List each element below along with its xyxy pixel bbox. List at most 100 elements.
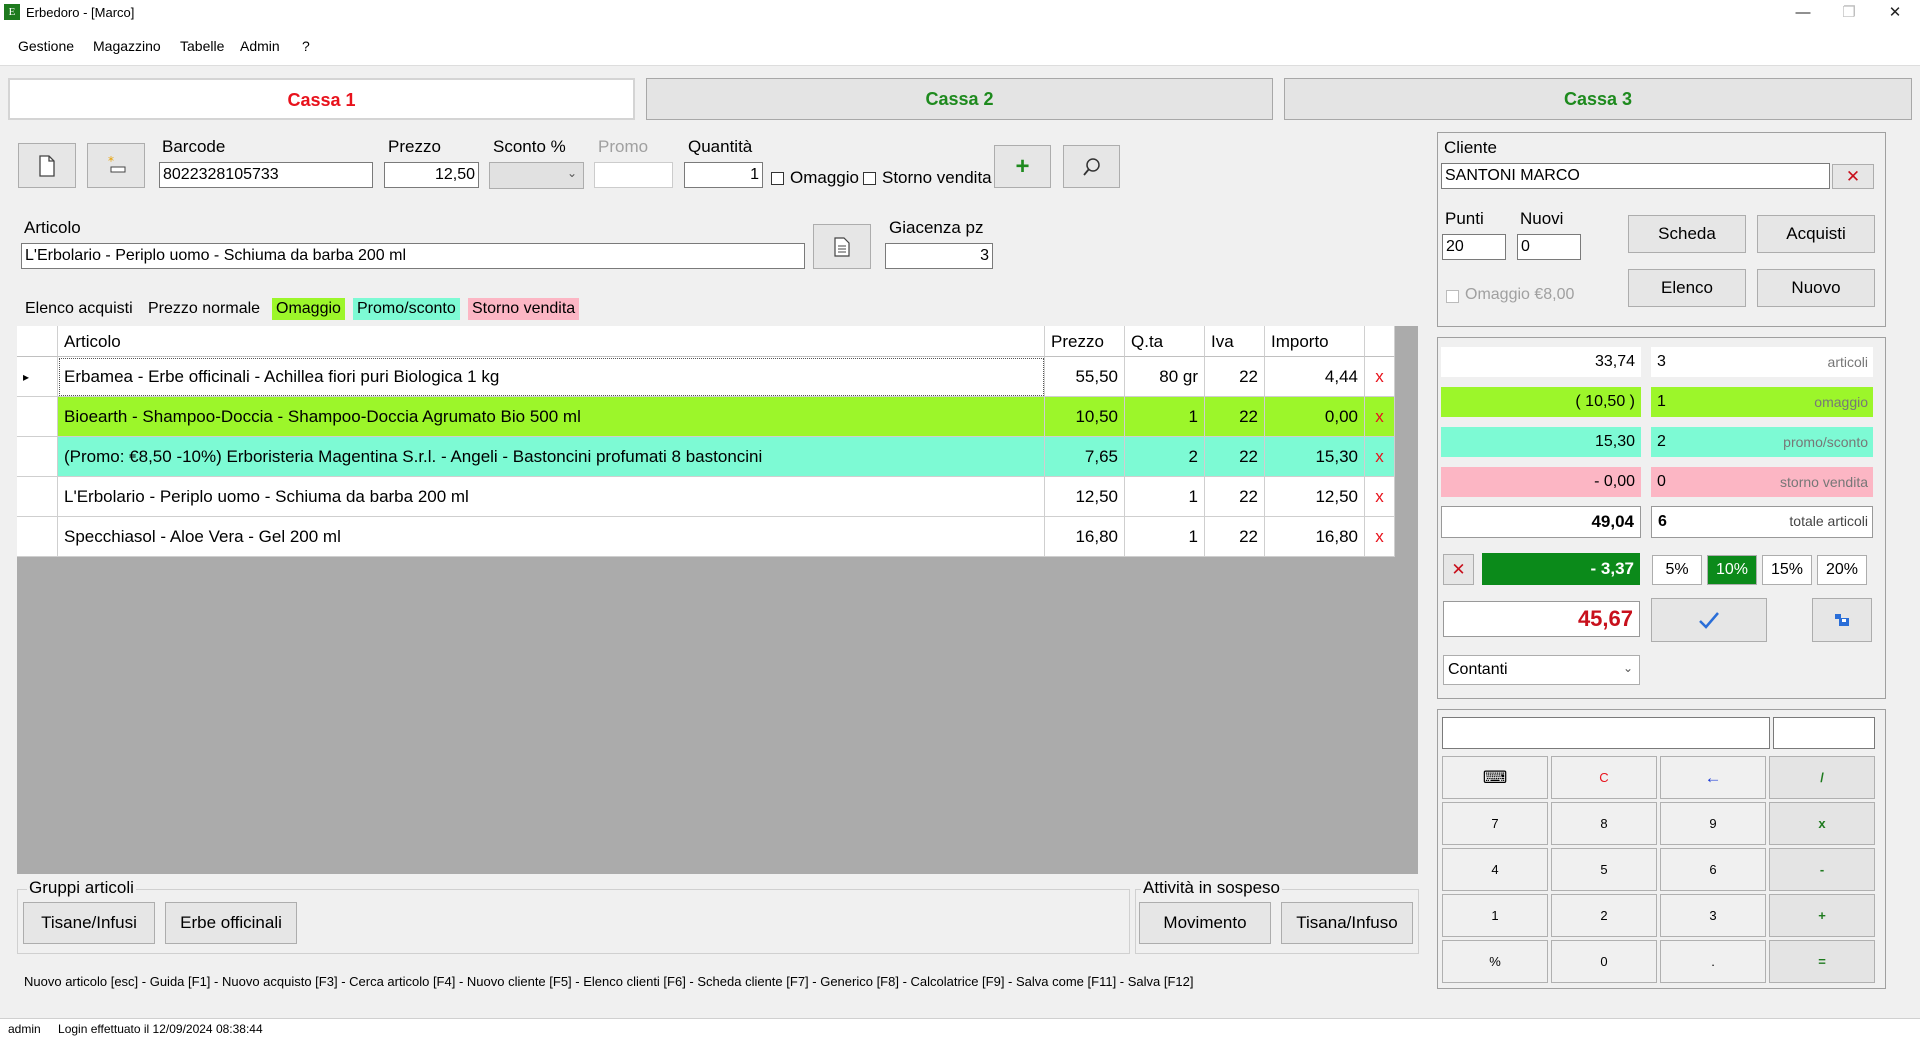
delete-row-button[interactable]: x <box>1365 397 1395 437</box>
menu-magazzino[interactable]: Magazzino <box>93 38 161 54</box>
grid-header-qta[interactable]: Q.ta <box>1125 326 1205 357</box>
new-document-button[interactable] <box>18 143 76 188</box>
percent-button-20[interactable]: 20% <box>1817 555 1867 585</box>
delete-row-button[interactable]: x <box>1365 517 1395 557</box>
cell-iva[interactable]: 22 <box>1205 477 1265 517</box>
calc-key-backspace[interactable]: ← <box>1660 756 1766 799</box>
row-indicator[interactable]: ▸ <box>17 357 58 397</box>
cell-qta[interactable]: 1 <box>1125 477 1205 517</box>
calc-key-key-7[interactable]: 7 <box>1442 802 1548 845</box>
articolo-input[interactable]: L'Erbolario - Periplo uomo - Schiuma da … <box>21 243 805 269</box>
percent-button-5[interactable]: 5% <box>1652 555 1702 585</box>
cell-prezzo[interactable]: 55,50 <box>1045 357 1125 397</box>
save-button[interactable] <box>1812 598 1872 642</box>
gruppo-erbe-button[interactable]: Erbe officinali <box>165 902 297 944</box>
calc-key-key-5[interactable]: 5 <box>1551 848 1657 891</box>
grid-header-importo[interactable]: Importo <box>1265 326 1365 357</box>
tisana-infuso-button[interactable]: Tisana/Infuso <box>1281 902 1413 944</box>
cell-iva[interactable]: 22 <box>1205 397 1265 437</box>
calc-key-equals[interactable]: = <box>1769 940 1875 983</box>
sconto-select[interactable]: ⌄ <box>489 162 584 189</box>
cell-qta[interactable]: 1 <box>1125 397 1205 437</box>
menu-gestione[interactable]: Gestione <box>18 38 74 54</box>
row-indicator[interactable] <box>17 477 58 517</box>
calc-key-key-2[interactable]: 2 <box>1551 894 1657 937</box>
cell-importo[interactable]: 4,44 <box>1265 357 1365 397</box>
menu-admin[interactable]: Admin <box>240 38 280 54</box>
cell-importo[interactable]: 15,30 <box>1265 437 1365 477</box>
cell-prezzo[interactable]: 12,50 <box>1045 477 1125 517</box>
close-button[interactable]: ✕ <box>1872 0 1918 28</box>
cell-importo[interactable]: 16,80 <box>1265 517 1365 557</box>
tab-cassa-1[interactable]: Cassa 1 <box>8 78 635 120</box>
acquisti-button[interactable]: Acquisti <box>1757 215 1875 253</box>
search-button[interactable] <box>1063 145 1120 188</box>
tab-cassa-2[interactable]: Cassa 2 <box>646 78 1273 120</box>
menu-help[interactable]: ? <box>302 38 310 54</box>
row-indicator[interactable] <box>17 397 58 437</box>
delete-row-button[interactable]: x <box>1365 437 1395 477</box>
nuovo-button[interactable]: Nuovo <box>1757 269 1875 307</box>
cell-qta[interactable]: 1 <box>1125 517 1205 557</box>
cell-articolo[interactable]: Erbamea - Erbe officinali - Achillea fio… <box>58 357 1045 397</box>
calc-key-key-4[interactable]: 4 <box>1442 848 1548 891</box>
payment-select[interactable]: Contanti ⌄ <box>1443 655 1640 685</box>
calc-key-minus[interactable]: - <box>1769 848 1875 891</box>
quantita-input[interactable]: 1 <box>684 162 763 188</box>
cell-prezzo[interactable]: 7,65 <box>1045 437 1125 477</box>
cell-importo[interactable]: 12,50 <box>1265 477 1365 517</box>
prezzo-input[interactable]: 12,50 <box>384 162 479 188</box>
cell-qta[interactable]: 2 <box>1125 437 1205 477</box>
row-indicator[interactable] <box>17 517 58 557</box>
keyboard-icon[interactable]: ⌨ <box>1442 756 1548 799</box>
grid-header-prezzo[interactable]: Prezzo <box>1045 326 1125 357</box>
grid-header-articolo[interactable]: Articolo <box>58 326 1045 357</box>
add-item-button[interactable]: + <box>994 145 1051 188</box>
confirm-button[interactable] <box>1651 598 1767 642</box>
clear-cliente-button[interactable]: ✕ <box>1832 164 1874 189</box>
row-indicator[interactable] <box>17 437 58 477</box>
article-details-button[interactable] <box>813 224 871 269</box>
calc-key-key-3[interactable]: 3 <box>1660 894 1766 937</box>
cliente-input[interactable]: SANTONI MARCO <box>1441 163 1830 189</box>
cell-prezzo[interactable]: 16,80 <box>1045 517 1125 557</box>
cell-iva[interactable]: 22 <box>1205 517 1265 557</box>
calc-expression-input[interactable] <box>1442 717 1770 749</box>
calc-key-plus[interactable]: + <box>1769 894 1875 937</box>
calc-key-key-8[interactable]: 8 <box>1551 802 1657 845</box>
percent-button-15[interactable]: 15% <box>1762 555 1812 585</box>
cell-articolo[interactable]: L'Erbolario - Periplo uomo - Schiuma da … <box>58 477 1045 517</box>
remove-discount-button[interactable]: ✕ <box>1443 554 1474 585</box>
cell-prezzo[interactable]: 10,50 <box>1045 397 1125 437</box>
delete-row-button[interactable]: x <box>1365 357 1395 397</box>
cell-iva[interactable]: 22 <box>1205 437 1265 477</box>
calc-key-multiply[interactable]: x <box>1769 802 1875 845</box>
cell-importo[interactable]: 0,00 <box>1265 397 1365 437</box>
calc-key-clear[interactable]: C <box>1551 756 1657 799</box>
delete-row-button[interactable]: x <box>1365 477 1395 517</box>
gruppo-tisane-button[interactable]: Tisane/Infusi <box>23 902 155 944</box>
cell-articolo[interactable]: (Promo: €8,50 -10%) Erboristeria Magenti… <box>58 437 1045 477</box>
calc-key-key-0[interactable]: 0 <box>1551 940 1657 983</box>
barcode-input[interactable]: 8022328105733 <box>159 162 373 188</box>
movimento-button[interactable]: Movimento <box>1139 902 1271 944</box>
calc-key-decimal[interactable]: . <box>1660 940 1766 983</box>
cell-iva[interactable]: 22 <box>1205 357 1265 397</box>
percent-button-10[interactable]: 10% <box>1707 555 1757 585</box>
minimize-button[interactable]: — <box>1780 0 1826 28</box>
cell-articolo[interactable]: Specchiasol - Aloe Vera - Gel 200 ml <box>58 517 1045 557</box>
calc-key-key-9[interactable]: 9 <box>1660 802 1766 845</box>
new-item-button[interactable]: * <box>87 143 145 188</box>
grid-header-iva[interactable]: Iva <box>1205 326 1265 357</box>
calc-key-percent[interactable]: % <box>1442 940 1548 983</box>
calc-result-input[interactable] <box>1773 717 1875 749</box>
calc-key-key-6[interactable]: 6 <box>1660 848 1766 891</box>
menu-tabelle[interactable]: Tabelle <box>180 38 224 54</box>
calc-key-key-1[interactable]: 1 <box>1442 894 1548 937</box>
calc-key-divide[interactable]: / <box>1769 756 1875 799</box>
storno-checkbox[interactable] <box>863 172 876 185</box>
cell-qta[interactable]: 80 gr <box>1125 357 1205 397</box>
scheda-button[interactable]: Scheda <box>1628 215 1746 253</box>
tab-cassa-3[interactable]: Cassa 3 <box>1284 78 1912 120</box>
maximize-button[interactable]: ❐ <box>1826 0 1872 28</box>
